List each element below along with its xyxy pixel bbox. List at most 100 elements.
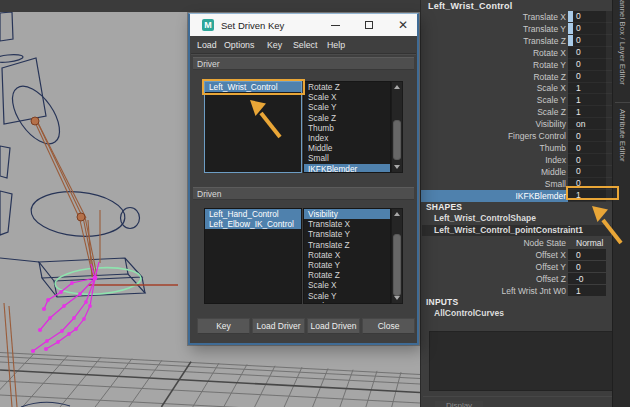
menu-item[interactable]: Load (197, 36, 217, 53)
channel-value-field[interactable]: 0 (568, 71, 606, 83)
driven-attributes-scrollbar[interactable] (391, 208, 403, 304)
scroll-up-icon[interactable] (392, 82, 402, 92)
channel-label: Translate Y (421, 24, 566, 34)
dialog-titlebar[interactable]: M Set Driven Key ✕ (190, 14, 417, 36)
list-item[interactable]: Small (304, 153, 390, 163)
dialog-button[interactable]: Key (197, 318, 250, 334)
channel-value: 0 (576, 130, 581, 141)
list-item[interactable]: Index (304, 133, 390, 143)
scroll-down-icon[interactable] (392, 162, 402, 172)
attr-value-field[interactable] (568, 249, 606, 260)
channel-value-field[interactable]: 1 (568, 83, 606, 95)
channel-value-field[interactable]: 1 (568, 94, 606, 106)
scrollbar-thumb[interactable] (393, 120, 401, 160)
list-item[interactable]: Scale X (304, 280, 390, 290)
shapes-row[interactable]: Left_Wrist_Control_pointConstraint1 (421, 224, 613, 237)
menu-item[interactable]: Help (327, 36, 345, 53)
list-item[interactable]: IKFKBlemder (304, 164, 390, 174)
scroll-down-icon[interactable] (392, 293, 402, 303)
driver-attributes-list[interactable]: Rotate ZScale XScale YScale ZThumbIndexM… (303, 81, 391, 173)
shapes-row[interactable]: Offset X 0 (421, 249, 613, 261)
attr-value: 1 (576, 285, 581, 297)
channel-value-field[interactable]: 0 (568, 130, 606, 142)
list-item[interactable]: Translate X (304, 219, 390, 229)
menu-item[interactable]: Select (293, 36, 317, 53)
list-item[interactable]: Scale Z (304, 113, 390, 123)
tab-display[interactable]: Display (435, 401, 483, 407)
channel-value-field[interactable]: 1 (568, 106, 606, 118)
driven-attributes-list[interactable]: VisibilityTranslate XTranslate YTranslat… (303, 208, 391, 304)
channel-row[interactable]: Rotate Z 0 (421, 71, 613, 83)
list-item[interactable]: Middle (304, 143, 390, 153)
driven-objects-list[interactable]: Left_Hand_ControlLeft_Elbow_IK_Control (204, 208, 302, 304)
channel-row[interactable]: Rotate X 0 (421, 47, 613, 59)
list-item[interactable]: Rotate X (304, 250, 390, 260)
scrollbar-thumb[interactable] (393, 234, 401, 296)
maximize-button[interactable] (358, 14, 380, 36)
minimize-button[interactable] (324, 14, 346, 36)
channel-row[interactable]: Translate Z 0 (421, 35, 613, 47)
channel-value-field[interactable]: on (568, 118, 606, 130)
menu-item[interactable]: Key (267, 36, 282, 53)
panel-bottom-divider (423, 396, 613, 397)
shapes-row[interactable]: Offset Y 0 (421, 261, 613, 273)
dialog-button[interactable]: Load Driver (252, 318, 305, 334)
channel-row[interactable]: Scale Y 1 (421, 94, 613, 106)
list-item[interactable]: Scale X (304, 92, 390, 102)
channel-row[interactable]: Translate X 0 (421, 11, 613, 23)
channel-row[interactable]: Rotate Y 0 (421, 59, 613, 71)
list-item[interactable]: Scale Z (304, 301, 390, 304)
shapes-row[interactable]: Node State Normal (421, 237, 613, 249)
section-header-label: SHAPES (421, 202, 462, 212)
channel-value-field[interactable]: 0 (568, 142, 606, 154)
channel-row[interactable]: Fingers Control 0 (421, 130, 613, 142)
list-item[interactable]: Rotate Z (304, 270, 390, 280)
list-item[interactable]: Scale Y (304, 291, 390, 301)
list-item[interactable]: Left_Hand_Control (205, 209, 301, 219)
attr-value: 0 (576, 261, 581, 273)
channel-value-field[interactable]: 0 (568, 35, 606, 47)
channel-row[interactable]: Translate Y 0 (421, 23, 613, 35)
channel-value-field[interactable]: 0 (568, 47, 606, 59)
channel-value-field[interactable]: 0 (568, 11, 606, 23)
list-item[interactable]: Translate Z (304, 240, 390, 250)
tab-channel-box-layer-editor[interactable]: Channel Box / Layer Editor (618, 0, 627, 85)
scroll-up-icon[interactable] (392, 209, 402, 219)
menu-item[interactable]: Options (224, 36, 254, 53)
attr-value-field[interactable] (568, 273, 606, 284)
shapes-row[interactable]: INPUTS (421, 297, 613, 308)
channel-row[interactable]: Scale X 1 (421, 83, 613, 95)
channel-value-field[interactable]: 0 (568, 59, 606, 71)
list-item[interactable]: Rotate Z (304, 82, 390, 92)
channel-value-field[interactable]: 0 (568, 23, 606, 35)
channel-value: 0 (576, 47, 581, 58)
channel-row[interactable]: Scale Z 1 (421, 106, 613, 118)
shapes-row[interactable]: Offset Z -0 (421, 273, 613, 285)
channel-value-field[interactable]: 0 (568, 154, 606, 166)
shapes-row[interactable]: SHAPES (421, 202, 613, 213)
channel-row[interactable]: Thumb 0 (421, 142, 613, 154)
shapes-row[interactable]: Left Wrist Jnt W0 1 (421, 285, 613, 297)
channel-row[interactable]: Visibility on (421, 118, 613, 130)
attr-label: Offset Y (421, 262, 566, 272)
list-item[interactable]: Translate Y (304, 229, 390, 239)
list-item[interactable]: Left_Elbow_IK_Control (205, 219, 301, 229)
list-item[interactable]: Scale Y (304, 102, 390, 112)
list-item[interactable]: Rotate Y (304, 260, 390, 270)
tab-attribute-editor[interactable]: Attribute Editor (618, 109, 627, 162)
list-item[interactable]: Thumb (304, 123, 390, 133)
close-button[interactable]: ✕ (392, 14, 414, 36)
attr-value-field[interactable] (568, 261, 606, 272)
attr-value-field[interactable] (568, 285, 606, 296)
dialog-button[interactable]: Load Driven (307, 318, 360, 334)
channel-row[interactable]: Index 0 (421, 154, 613, 166)
channel-value: 0 (576, 142, 581, 153)
driver-attributes-scrollbar[interactable] (391, 81, 403, 173)
keyed-channel-marker (568, 11, 573, 22)
dialog-button[interactable]: Close (362, 318, 415, 334)
shapes-row[interactable]: Left_Wrist_ControlShape (421, 213, 613, 225)
channel-value-field[interactable]: 0 (568, 166, 606, 178)
channel-row[interactable]: Middle 0 (421, 166, 613, 178)
list-item[interactable]: Visibility (304, 209, 390, 219)
shapes-row[interactable]: AllControlCurves (421, 307, 613, 319)
